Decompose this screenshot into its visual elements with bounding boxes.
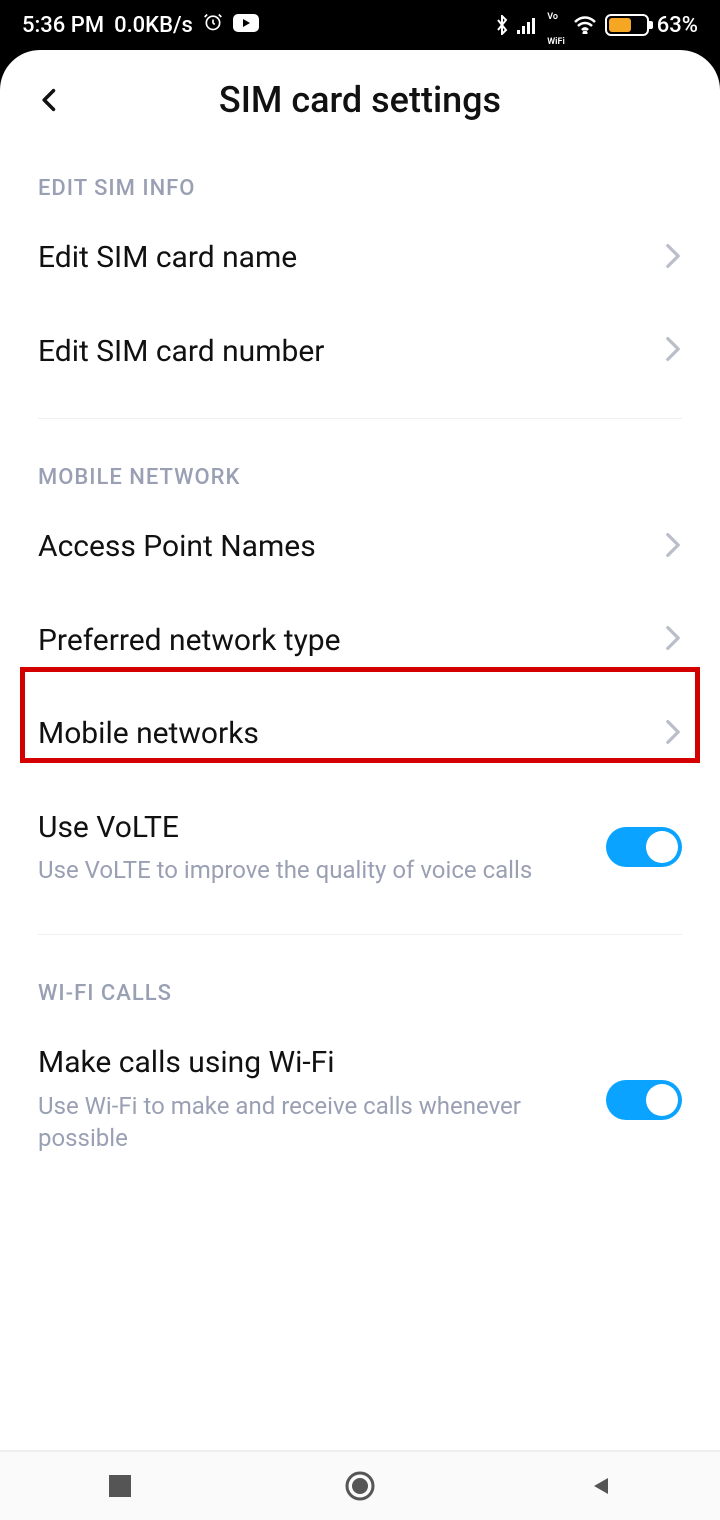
- navigation-bar: [0, 1450, 720, 1520]
- volte-row[interactable]: Use VoLTE Use VoLTE to improve the quali…: [0, 781, 720, 915]
- vowifi-icon: VoWiFi: [547, 0, 565, 50]
- youtube-icon: [233, 13, 259, 38]
- battery-icon: [605, 14, 649, 36]
- wifi-call-subtitle: Use Wi-Fi to make and receive calls when…: [38, 1090, 586, 1155]
- battery-percent: 63%: [657, 13, 698, 38]
- page-title: SIM card settings: [0, 79, 720, 121]
- app-header: SIM card settings: [0, 50, 720, 150]
- chevron-right-icon: [664, 719, 682, 749]
- back-button[interactable]: [30, 80, 70, 120]
- nav-recent-button[interactable]: [100, 1466, 140, 1506]
- chevron-right-icon: [664, 243, 682, 273]
- apn-row[interactable]: Access Point Names: [0, 500, 720, 594]
- preferred-network-label: Preferred network type: [38, 622, 644, 660]
- divider: [38, 934, 682, 935]
- chevron-right-icon: [664, 532, 682, 562]
- wifi-icon: [573, 16, 597, 34]
- status-net-speed: 0.0KB/s: [114, 13, 193, 38]
- bluetooth-icon: [495, 15, 509, 35]
- chevron-right-icon: [664, 336, 682, 366]
- edit-sim-name-label: Edit SIM card name: [38, 239, 644, 277]
- nav-home-button[interactable]: [340, 1466, 380, 1506]
- volte-title: Use VoLTE: [38, 809, 586, 847]
- alarm-icon: [203, 12, 223, 38]
- edit-sim-number-label: Edit SIM card number: [38, 333, 644, 371]
- section-mobile-network-header: MOBILE NETWORK: [0, 439, 720, 500]
- divider: [38, 418, 682, 419]
- chevron-right-icon: [664, 625, 682, 655]
- edit-sim-number-row[interactable]: Edit SIM card number: [0, 305, 720, 399]
- wifi-call-row[interactable]: Make calls using Wi-Fi Use Wi-Fi to make…: [0, 1016, 720, 1182]
- nav-back-button[interactable]: [580, 1466, 620, 1506]
- section-edit-sim-header: EDIT SIM INFO: [0, 150, 720, 211]
- preferred-network-row[interactable]: Preferred network type: [0, 594, 720, 688]
- apn-label: Access Point Names: [38, 528, 644, 566]
- status-time: 5:36 PM: [22, 13, 104, 38]
- volte-toggle[interactable]: [606, 827, 682, 867]
- wifi-call-title: Make calls using Wi-Fi: [38, 1044, 586, 1082]
- status-bar: 5:36 PM 0.0KB/s VoWiFi 63%: [0, 0, 720, 50]
- volte-subtitle: Use VoLTE to improve the quality of voic…: [38, 854, 586, 886]
- mobile-networks-row[interactable]: Mobile networks: [0, 687, 720, 781]
- section-wifi-calls-header: WI-FI CALLS: [0, 955, 720, 1016]
- screen-content: SIM card settings EDIT SIM INFO Edit SIM…: [0, 50, 720, 1450]
- signal-icon: [517, 16, 539, 34]
- wifi-call-toggle[interactable]: [606, 1080, 682, 1120]
- edit-sim-name-row[interactable]: Edit SIM card name: [0, 211, 720, 305]
- mobile-networks-label: Mobile networks: [38, 715, 644, 753]
